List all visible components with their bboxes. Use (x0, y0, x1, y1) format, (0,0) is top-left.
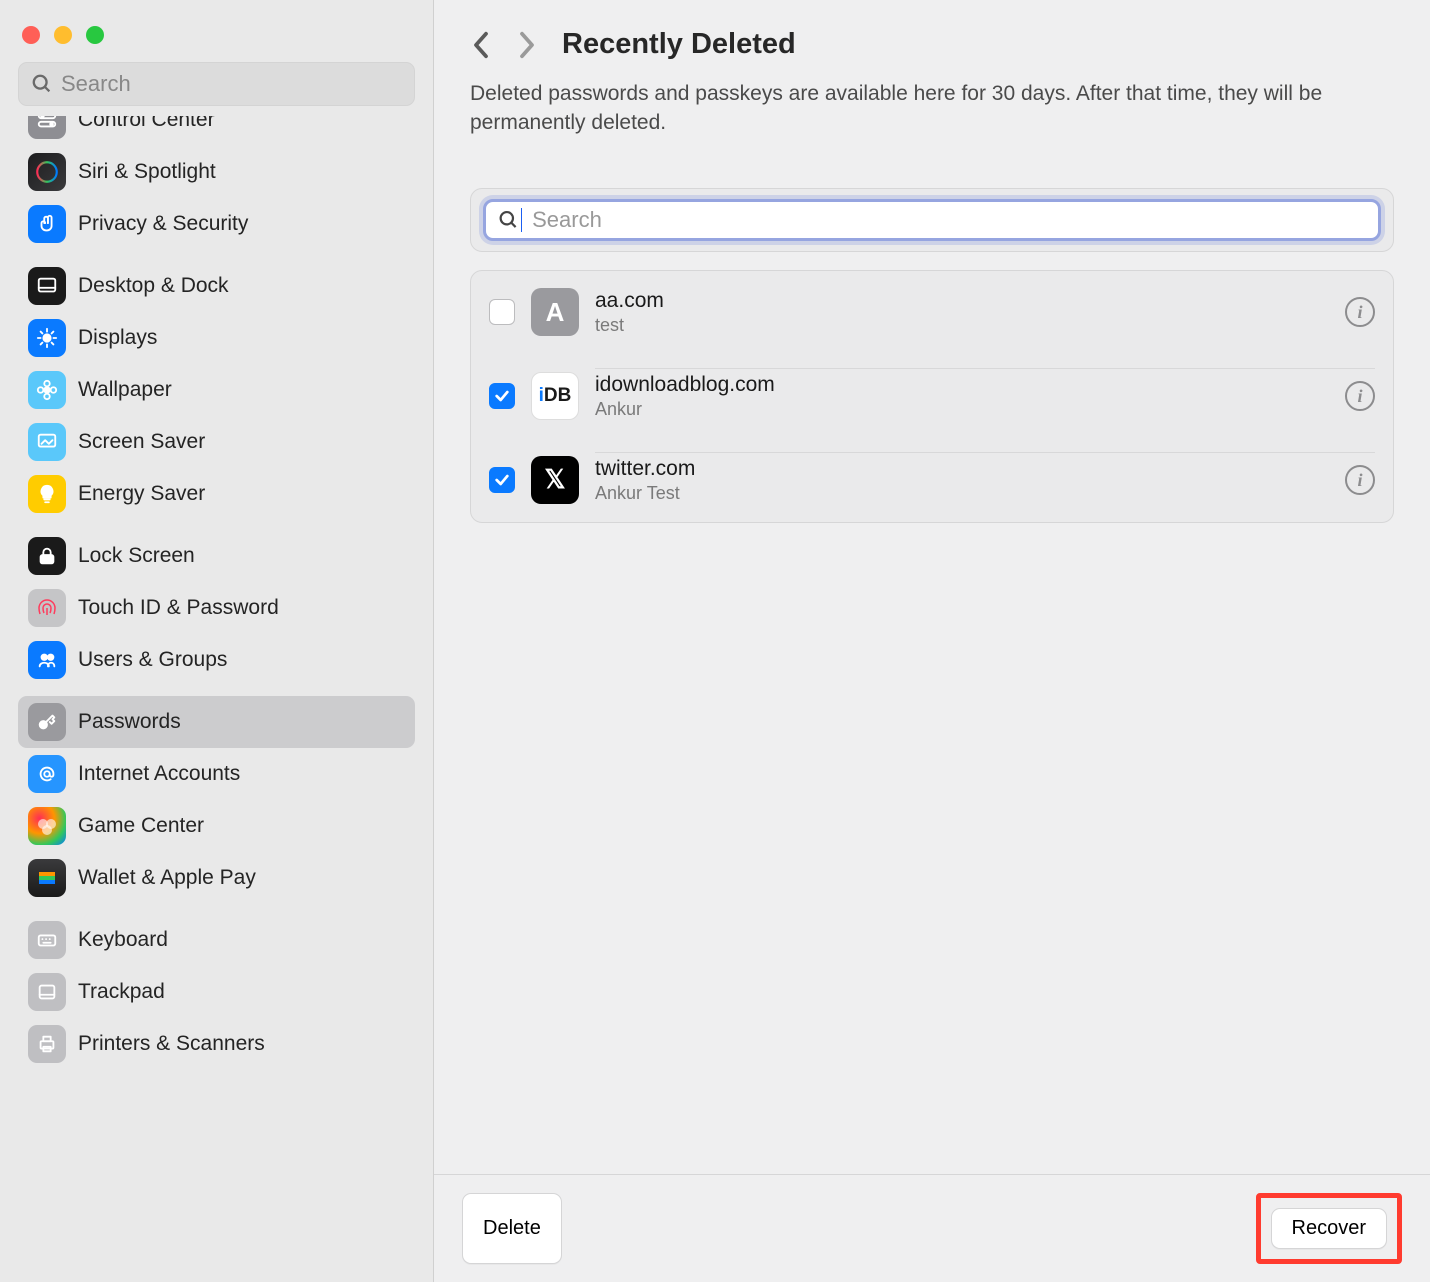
password-search-container (470, 188, 1394, 252)
flower-icon (28, 371, 66, 409)
sidebar-list: Control Center Siri & Spotlight Privacy & … (0, 116, 433, 1070)
delete-button[interactable]: Delete (462, 1193, 562, 1264)
sidebar-item-label: Printers & Scanners (78, 1032, 265, 1056)
sidebar-item-privacy-security[interactable]: Privacy & Security (18, 198, 415, 250)
text-cursor (521, 208, 522, 232)
hand-icon (28, 205, 66, 243)
sidebar-search[interactable] (18, 62, 415, 106)
fullscreen-window-button[interactable] (86, 26, 104, 44)
sidebar-item-wallet-apple-pay[interactable]: Wallet & Apple Pay (18, 852, 415, 904)
recover-highlight: Recover (1256, 1193, 1402, 1264)
sidebar-search-input[interactable] (61, 71, 402, 97)
sidebar-item-siri-spotlight[interactable]: Siri & Spotlight (18, 146, 415, 198)
bulb-icon (28, 475, 66, 513)
header: Recently Deleted (434, 0, 1430, 69)
sidebar-item-game-center[interactable]: Game Center (18, 800, 415, 852)
switches-icon (28, 116, 66, 139)
back-button[interactable] (470, 30, 492, 60)
site-icon: 𝕏 (531, 456, 579, 504)
sidebar-item-label: Energy Saver (78, 482, 205, 506)
row-user: Ankur (595, 399, 1345, 420)
minimize-window-button[interactable] (54, 26, 72, 44)
info-button[interactable]: i (1345, 297, 1375, 327)
info-button[interactable]: i (1345, 381, 1375, 411)
site-icon: A (531, 288, 579, 336)
close-window-button[interactable] (22, 26, 40, 44)
info-button[interactable]: i (1345, 465, 1375, 495)
sidebar-item-label: Displays (78, 326, 157, 350)
key-icon (28, 703, 66, 741)
sidebar-item-energy-saver[interactable]: Energy Saver (18, 468, 415, 520)
sidebar-item-label: Touch ID & Password (78, 596, 279, 620)
password-row[interactable]: 𝕏twitter.comAnkur Testi (471, 438, 1393, 522)
sidebar-item-touch-id-password[interactable]: Touch ID & Password (18, 582, 415, 634)
sidebar-item-trackpad[interactable]: Trackpad (18, 966, 415, 1018)
sidebar-item-label: Game Center (78, 814, 204, 838)
sidebar-item-label: Users & Groups (78, 648, 227, 672)
sidebar-item-passwords[interactable]: Passwords (18, 696, 415, 748)
sidebar-item-label: Internet Accounts (78, 762, 240, 786)
password-search[interactable] (483, 199, 1381, 241)
fingerprint-icon (28, 589, 66, 627)
window-controls (0, 8, 433, 62)
sidebar-item-label: Keyboard (78, 928, 168, 952)
row-checkbox[interactable] (489, 299, 515, 325)
screensaver-icon (28, 423, 66, 461)
row-user: Ankur Test (595, 483, 1345, 504)
sidebar-item-lock-screen[interactable]: Lock Screen (18, 530, 415, 582)
sidebar-item-label: Control Center (78, 116, 215, 132)
row-user: test (595, 315, 1345, 336)
sidebar-item-displays[interactable]: Displays (18, 312, 415, 364)
sidebar-item-printers-scanners[interactable]: Printers & Scanners (18, 1018, 415, 1070)
lock-icon (28, 537, 66, 575)
row-checkbox[interactable] (489, 383, 515, 409)
sidebar-item-label: Screen Saver (78, 430, 205, 454)
wallet-icon (28, 859, 66, 897)
sidebar-item-desktop-dock[interactable]: Desktop & Dock (18, 260, 415, 312)
site-icon: iDB (531, 372, 579, 420)
footer-bar: Delete Recover (434, 1174, 1430, 1282)
gamecenter-icon (28, 807, 66, 845)
sidebar-item-screen-saver[interactable]: Screen Saver (18, 416, 415, 468)
password-row[interactable]: iDB idownloadblog.comAnkuri (471, 354, 1393, 438)
sidebar-item-label: Wallpaper (78, 378, 172, 402)
sidebar: Control Center Siri & Spotlight Privacy & … (0, 0, 434, 1282)
row-site: idownloadblog.com (595, 373, 1345, 397)
password-list: Aaa.comtestiiDBidownloadblog.comAnkuri𝕏t… (470, 270, 1394, 523)
dock-icon (28, 267, 66, 305)
row-checkbox[interactable] (489, 467, 515, 493)
trackpad-icon (28, 973, 66, 1011)
main-content: Recently Deleted Deleted passwords and p… (434, 0, 1430, 1282)
password-search-input[interactable] (532, 207, 1366, 233)
sidebar-item-label: Privacy & Security (78, 212, 248, 236)
forward-button[interactable] (516, 30, 538, 60)
search-icon (498, 209, 519, 231)
printer-icon (28, 1025, 66, 1063)
password-row[interactable]: Aaa.comtesti (471, 271, 1393, 354)
row-site: aa.com (595, 289, 1345, 313)
recover-button[interactable]: Recover (1271, 1208, 1387, 1249)
sidebar-item-label: Trackpad (78, 980, 165, 1004)
page-title: Recently Deleted (562, 28, 796, 61)
at-icon (28, 755, 66, 793)
users-icon (28, 641, 66, 679)
sidebar-item-label: Wallet & Apple Pay (78, 866, 256, 890)
siri-icon (28, 153, 66, 191)
sidebar-item-control-center[interactable]: Control Center (18, 116, 415, 146)
sidebar-item-keyboard[interactable]: Keyboard (18, 914, 415, 966)
search-icon (31, 73, 53, 95)
sidebar-item-wallpaper[interactable]: Wallpaper (18, 364, 415, 416)
row-site: twitter.com (595, 457, 1345, 481)
sidebar-item-label: Siri & Spotlight (78, 160, 216, 184)
sidebar-item-users-groups[interactable]: Users & Groups (18, 634, 415, 686)
sidebar-item-internet-accounts[interactable]: Internet Accounts (18, 748, 415, 800)
keyboard-icon (28, 921, 66, 959)
page-description: Deleted passwords and passkeys are avail… (434, 69, 1430, 154)
sidebar-item-label: Lock Screen (78, 544, 195, 568)
brightness-icon (28, 319, 66, 357)
sidebar-item-label: Desktop & Dock (78, 274, 229, 298)
sidebar-item-label: Passwords (78, 710, 181, 734)
